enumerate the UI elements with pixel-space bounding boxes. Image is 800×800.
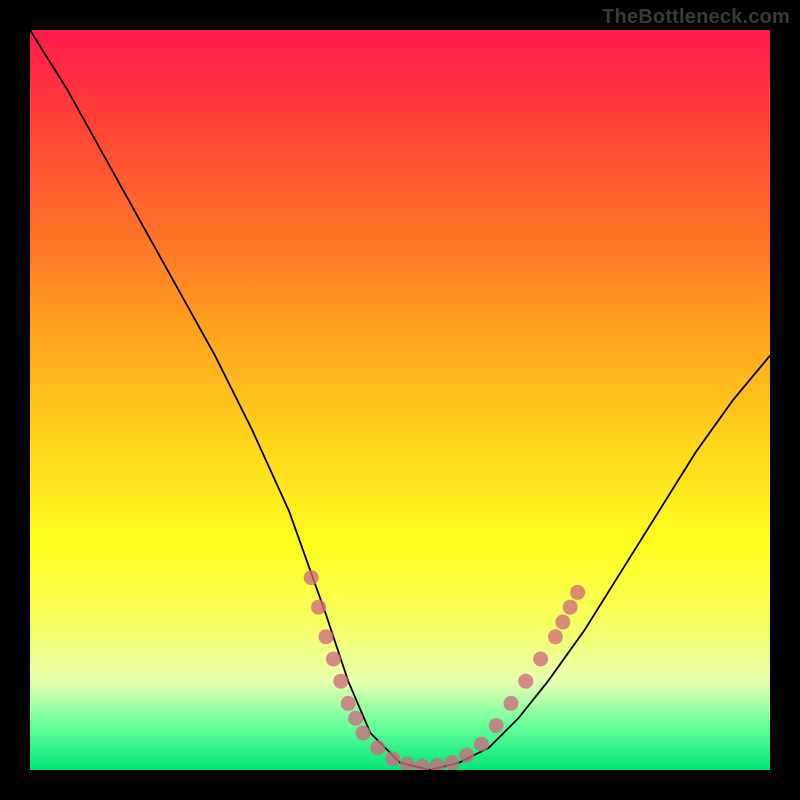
highlight-dot <box>489 718 504 733</box>
highlight-dot <box>459 748 474 763</box>
highlight-dot <box>319 629 334 644</box>
highlight-dot <box>326 652 341 667</box>
highlight-dot <box>570 585 585 600</box>
highlight-dot <box>333 674 348 689</box>
chart-frame: TheBottleneck.com <box>0 0 800 800</box>
highlight-dot <box>370 740 385 755</box>
highlight-dot <box>311 600 326 615</box>
highlight-dot <box>563 600 578 615</box>
highlight-dots-group <box>304 570 585 770</box>
highlight-dot <box>430 758 445 770</box>
highlight-dot <box>341 696 356 711</box>
highlight-dot <box>385 751 400 766</box>
plot-area <box>30 30 770 770</box>
highlight-dot <box>548 629 563 644</box>
highlight-dot <box>356 726 371 741</box>
highlight-dot <box>474 737 489 752</box>
bottleneck-curve <box>30 30 770 770</box>
watermark-label: TheBottleneck.com <box>602 6 790 29</box>
highlight-dot <box>348 711 363 726</box>
highlight-dot <box>555 615 570 630</box>
highlight-dot <box>304 570 319 585</box>
highlight-dot <box>504 696 519 711</box>
curve-svg <box>30 30 770 770</box>
highlight-dot <box>518 674 533 689</box>
highlight-dot <box>444 755 459 770</box>
highlight-dot <box>400 757 415 770</box>
highlight-dot <box>415 759 430 770</box>
highlight-dot <box>533 652 548 667</box>
